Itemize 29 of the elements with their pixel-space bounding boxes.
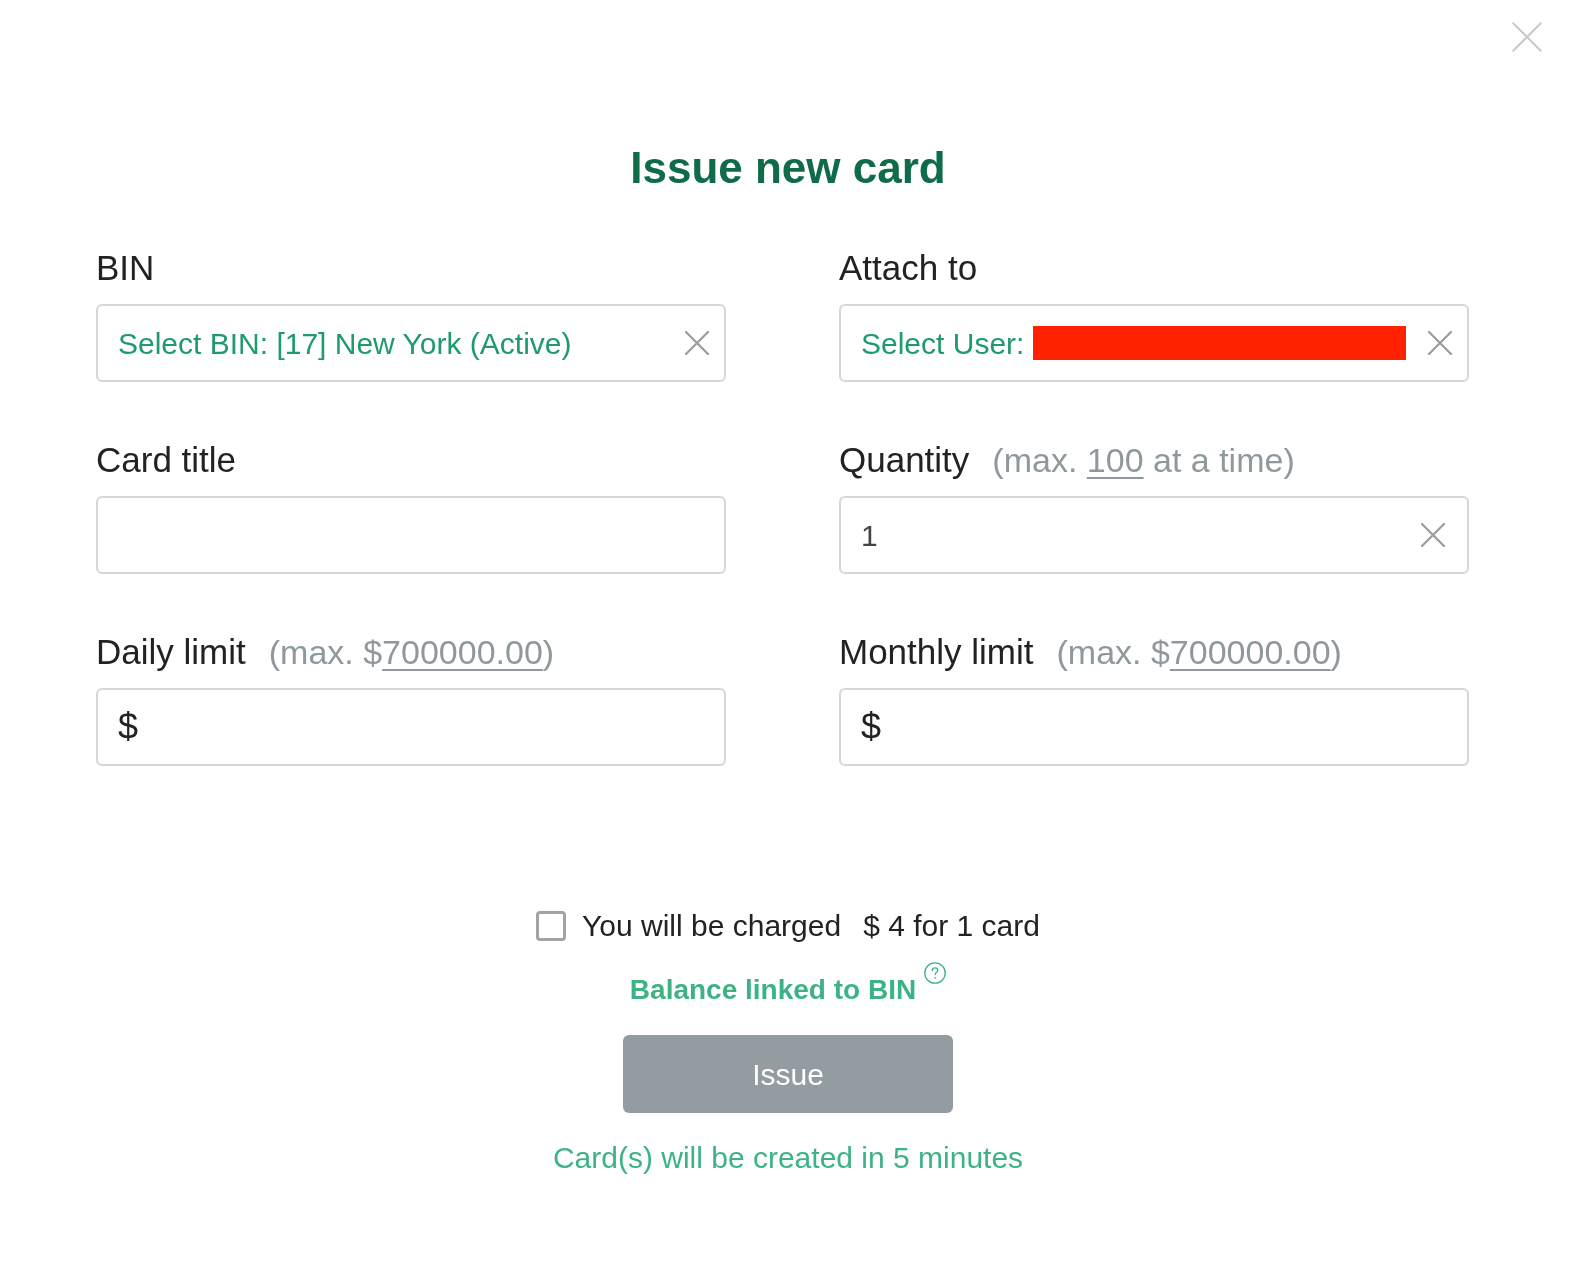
select-field[interactable]: Select User: bbox=[839, 304, 1469, 382]
field-label: BIN bbox=[96, 248, 155, 288]
close-icon[interactable] bbox=[1512, 22, 1542, 52]
limit-hint: (max. 100 at a time) bbox=[992, 440, 1295, 480]
amount-field[interactable]: $ bbox=[839, 688, 1469, 766]
select-field[interactable]: Select BIN: [17] New York (Active) bbox=[96, 304, 726, 382]
clear-icon[interactable] bbox=[685, 331, 709, 355]
max-link[interactable]: 700000.00 bbox=[1169, 633, 1331, 671]
amount-field[interactable]: $ bbox=[96, 688, 726, 766]
footer-note: Card(s) will be created in 5 minutes bbox=[552, 1141, 1024, 1175]
clear-icon[interactable] bbox=[1421, 523, 1445, 547]
limit-hint: (max. $700000.00) bbox=[1056, 632, 1342, 672]
charge-label: You will be charged bbox=[582, 909, 842, 943]
clear-icon[interactable] bbox=[1428, 331, 1452, 355]
max-link[interactable]: 700000.00 bbox=[382, 633, 543, 671]
field-label: Monthly limit bbox=[839, 632, 1034, 672]
field-label: Card title bbox=[96, 440, 237, 480]
number-field[interactable]: 1 bbox=[839, 496, 1469, 574]
limit-hint: (max. $700000.00) bbox=[268, 632, 555, 672]
text-field[interactable] bbox=[96, 496, 726, 574]
field-label: Quantity bbox=[839, 440, 970, 480]
help-icon[interactable] bbox=[924, 962, 947, 984]
dialog-title: Issue new card bbox=[630, 143, 946, 193]
charge-amount: $ 4 for 1 card bbox=[863, 909, 1040, 943]
charge-checkbox[interactable] bbox=[536, 911, 567, 941]
field-label: Daily limit bbox=[96, 632, 246, 672]
field-label: Attach to bbox=[839, 248, 978, 288]
max-link[interactable]: 100 bbox=[1086, 441, 1144, 479]
balance-note: Balance linked to BIN bbox=[629, 973, 917, 1007]
